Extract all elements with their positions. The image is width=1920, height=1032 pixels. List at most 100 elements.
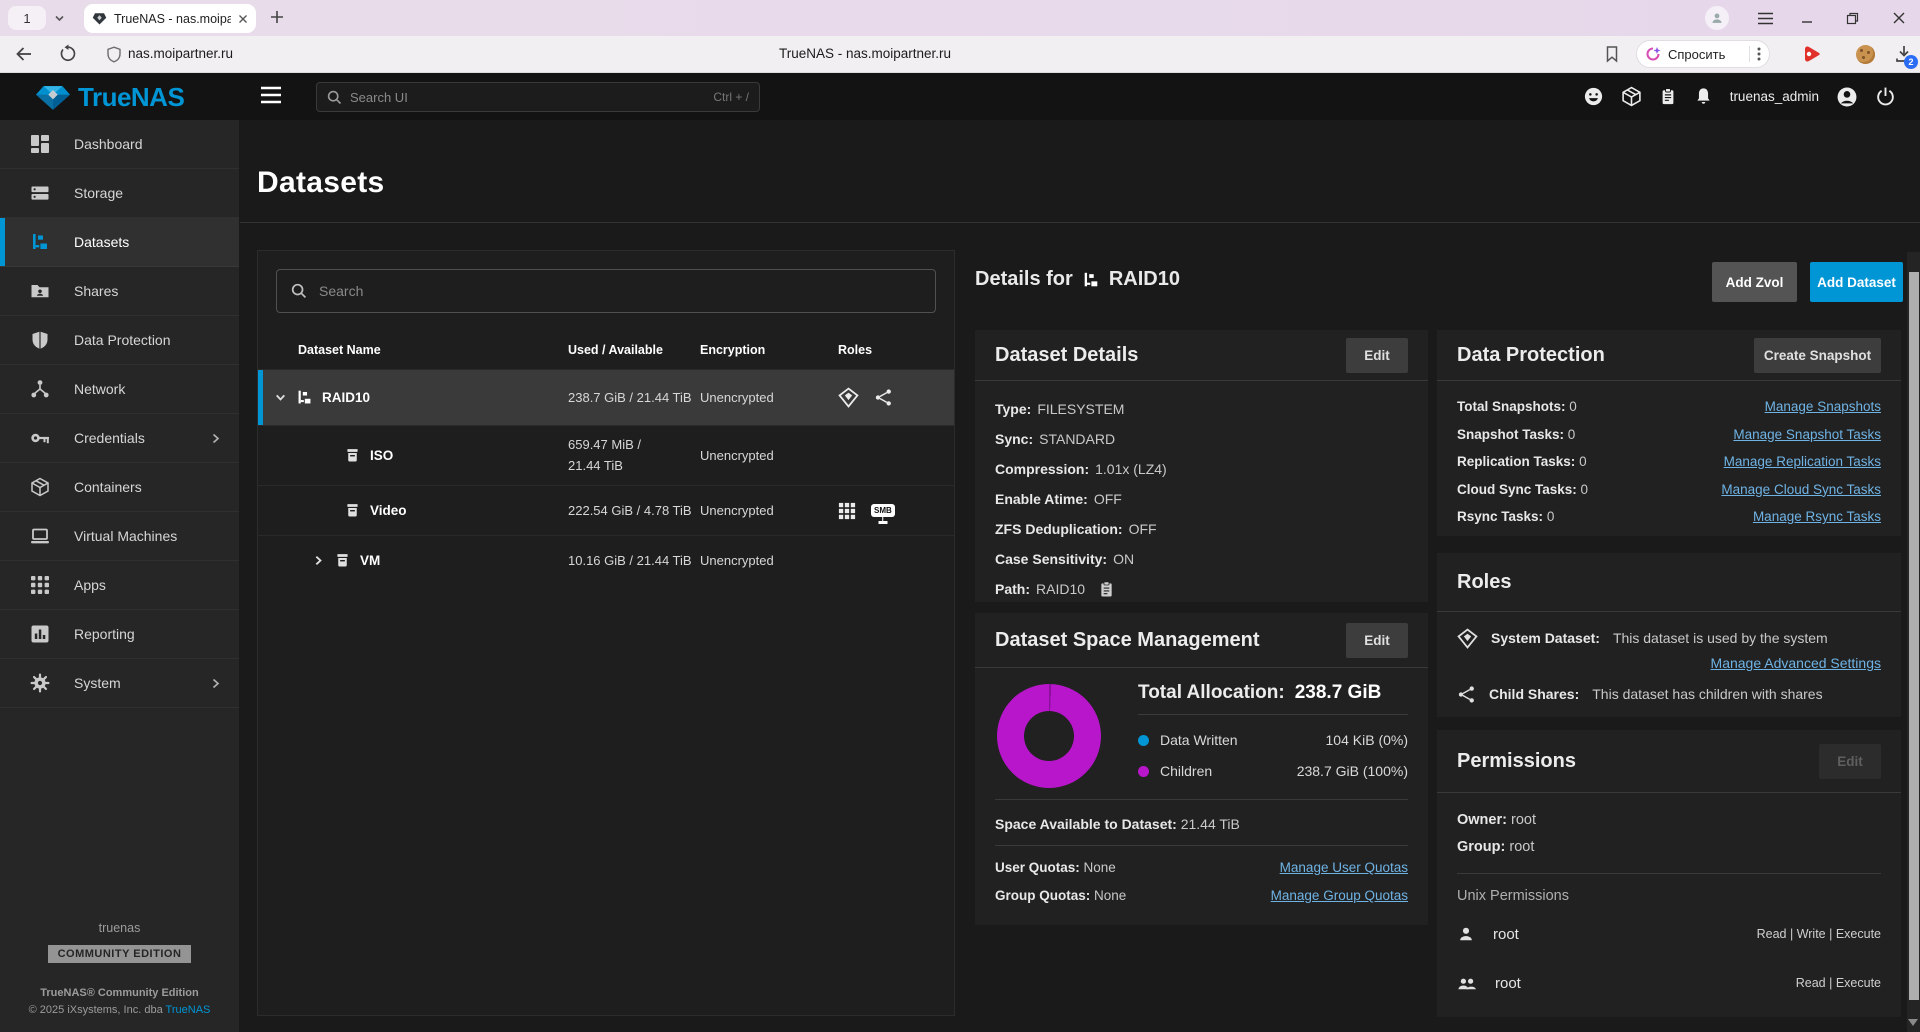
copyright-link[interactable]: TrueNAS: [166, 1004, 211, 1016]
window-close-icon[interactable]: [1892, 0, 1906, 36]
browser-profile-avatar[interactable]: [1705, 0, 1729, 36]
browser-tab-bar: 1 TrueNAS - nas.moipartn: [0, 0, 1920, 36]
create-snapshot-button[interactable]: Create Snapshot: [1754, 337, 1881, 373]
key-icon: [30, 428, 52, 448]
selected-dataset-name: RAID10: [1108, 268, 1180, 290]
datasets-icon: [30, 232, 52, 252]
dataset-icon: [344, 447, 361, 464]
sidebar-item-containers[interactable]: Containers: [0, 463, 239, 512]
containers-icon: [30, 477, 52, 497]
new-tab-icon[interactable]: [268, 8, 286, 26]
add-dataset-button[interactable]: Add Dataset: [1810, 262, 1903, 302]
ask-ai-button[interactable]: Спросить: [1636, 40, 1770, 68]
chevron-down-icon[interactable]: [274, 391, 287, 404]
share-icon: [1457, 685, 1476, 704]
search-icon: [291, 283, 307, 299]
extension-icon[interactable]: [1802, 44, 1822, 64]
scroll-down-arrow-icon[interactable]: [1908, 1019, 1918, 1026]
space-management-card: Dataset Space Management Edit Total Allo…: [975, 613, 1428, 925]
data-written-dot: [1138, 734, 1149, 746]
window-minimize-icon[interactable]: [1800, 0, 1814, 36]
sidebar-item-network[interactable]: Network: [0, 365, 239, 414]
details-header: Details for RAID10: [975, 268, 1180, 290]
table-row-raid10[interactable]: RAID10 238.7 GiB / 21.44 TiB Unencrypted: [258, 369, 954, 425]
table-row-video[interactable]: Video 222.54 GiB / 4.78 TiB Unencrypted …: [258, 485, 954, 535]
sidebar-item-reporting[interactable]: Reporting: [0, 610, 239, 659]
truenas-header: TrueNAS Ctrl + / truenas_admin: [0, 73, 1920, 120]
system-dataset-icon: [1457, 627, 1478, 649]
jobs-icon[interactable]: [1659, 86, 1677, 107]
truenas-logo[interactable]: TrueNAS: [36, 82, 185, 113]
edit-dataset-button[interactable]: Edit: [1346, 337, 1408, 373]
sidebar-item-datasets[interactable]: Datasets: [0, 218, 239, 267]
sidebar-label: Data Protection: [74, 332, 171, 348]
sidebar-item-credentials[interactable]: Credentials: [0, 414, 239, 463]
edit-permissions-button[interactable]: Edit: [1819, 743, 1881, 779]
sidebar-item-dashboard[interactable]: Dashboard: [0, 120, 239, 169]
system-dataset-icon: [838, 387, 859, 408]
feedback-icon[interactable]: [1583, 86, 1604, 107]
manage-user-quotas-link[interactable]: Manage User Quotas: [1280, 860, 1408, 875]
dashboard-icon: [30, 134, 52, 154]
tab-list-chevron-icon[interactable]: [54, 13, 65, 24]
manage-advanced-settings-link[interactable]: Manage Advanced Settings: [1711, 655, 1881, 671]
share-icon: [874, 388, 893, 407]
browser-menu-icon[interactable]: [1757, 0, 1774, 36]
tab-counter[interactable]: 1: [8, 6, 46, 30]
dataset-icon: [344, 502, 361, 519]
global-search[interactable]: Ctrl + /: [316, 82, 760, 112]
copyright: © 2025 iXsystems, Inc. dba TrueNAS: [28, 1004, 211, 1016]
window-restore-icon[interactable]: [1846, 0, 1859, 36]
dataset-search[interactable]: [276, 269, 936, 313]
dataset-tree-icon: [1082, 271, 1100, 289]
dataset-tree-icon: [296, 389, 313, 406]
account-icon[interactable]: [1836, 86, 1858, 108]
scrollbar-thumb[interactable]: [1909, 272, 1919, 1000]
search-icon: [327, 90, 342, 105]
table-header: Dataset Name Used / Available Encryption…: [258, 331, 954, 369]
sidebar-label: System: [74, 675, 121, 691]
manage-rsync-tasks-link[interactable]: Manage Rsync Tasks: [1753, 503, 1881, 531]
global-search-input[interactable]: [350, 89, 706, 105]
sidebar-item-virtual-machines[interactable]: Virtual Machines: [0, 512, 239, 561]
chevron-right-icon[interactable]: [312, 554, 325, 567]
dataset-name: ISO: [370, 448, 394, 463]
sidebar-item-system[interactable]: System: [0, 659, 239, 708]
dataset-search-input[interactable]: [319, 283, 921, 299]
table-row-vm[interactable]: VM 10.16 GiB / 21.44 TiB Unencrypted: [258, 535, 954, 585]
cookie-icon[interactable]: [1856, 45, 1875, 64]
details-scrollbar: [1907, 252, 1920, 1032]
tab-title: TrueNAS - nas.moipartn: [114, 11, 231, 26]
power-icon[interactable]: [1875, 86, 1896, 107]
sidebar-label: Containers: [74, 479, 142, 495]
dataset-used: 238.7 GiB / 21.44 TiB: [568, 390, 692, 405]
sidebar-item-data-protection[interactable]: Data Protection: [0, 316, 239, 365]
permissions-card: Permissions Edit Owner: root Group: root…: [1437, 730, 1901, 1017]
truecommand-icon[interactable]: [1621, 86, 1642, 107]
browser-tab[interactable]: TrueNAS - nas.moipartn: [84, 4, 256, 33]
shield-icon: [30, 330, 52, 350]
edit-space-button[interactable]: Edit: [1346, 622, 1408, 658]
add-zvol-button[interactable]: Add Zvol: [1712, 262, 1797, 302]
tab-close-icon[interactable]: [238, 14, 248, 24]
logged-in-username: truenas_admin: [1729, 89, 1819, 104]
manage-snapshot-tasks-link[interactable]: Manage Snapshot Tasks: [1733, 421, 1881, 449]
sidebar-item-storage[interactable]: Storage: [0, 169, 239, 218]
sidebar-item-shares[interactable]: Shares: [0, 267, 239, 316]
sidebar-nav: Dashboard Storage Datasets Shares Data P…: [0, 120, 239, 1032]
bookmark-icon[interactable]: [1604, 45, 1620, 63]
dataset-encryption: Unencrypted: [700, 390, 774, 405]
manage-snapshots-link[interactable]: Manage Snapshots: [1765, 393, 1881, 421]
table-row-iso[interactable]: ISO 659.47 MiB / 21.44 TiB Unencrypted: [258, 425, 954, 485]
copy-path-icon[interactable]: [1099, 580, 1114, 598]
sidebar-item-apps[interactable]: Apps: [0, 561, 239, 610]
manage-cloud-sync-tasks-link[interactable]: Manage Cloud Sync Tasks: [1721, 476, 1881, 504]
ask-ai-label: Спросить: [1668, 46, 1726, 62]
sidenav-toggle-icon[interactable]: [260, 86, 282, 104]
manage-replication-tasks-link[interactable]: Manage Replication Tasks: [1724, 448, 1881, 476]
sidebar-label: Credentials: [74, 430, 145, 446]
ask-ai-more-icon[interactable]: [1757, 46, 1761, 62]
ask-ai-icon: [1645, 46, 1661, 62]
alerts-bell-icon[interactable]: [1694, 86, 1713, 107]
manage-group-quotas-link[interactable]: Manage Group Quotas: [1271, 888, 1408, 903]
